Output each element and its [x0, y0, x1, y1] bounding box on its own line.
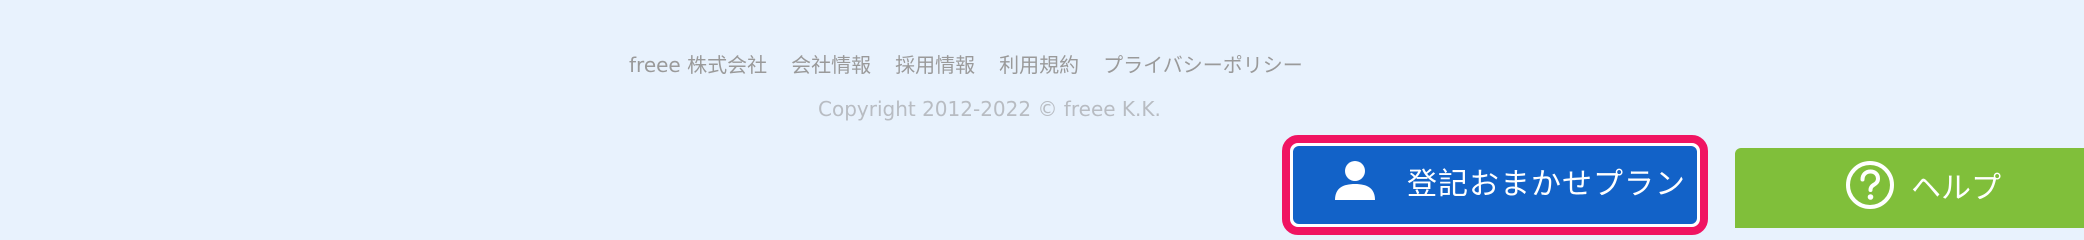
registration-plan-label: 登記おまかせプラン — [1407, 167, 1686, 202]
person-icon — [1335, 161, 1375, 200]
footer-link-company-info[interactable]: 会社情報 — [791, 49, 871, 78]
copyright-text: Copyright 2012-2022 © freee K.K. — [818, 97, 1161, 121]
footer-links: freee 株式会社 会社情報 採用情報 利用規約 プライバシーポリシー — [629, 48, 1303, 78]
help-label: ヘルプ — [1911, 171, 2001, 206]
plan-button-highlight: 登記おまかせプラン — [1282, 135, 1708, 235]
footer-link-terms[interactable]: 利用規約 — [999, 49, 1079, 78]
footer-link-privacy-policy[interactable]: プライバシーポリシー — [1103, 49, 1303, 78]
footer-link-company-name[interactable]: freee 株式会社 — [629, 49, 767, 78]
footer-link-recruit[interactable]: 採用情報 — [895, 49, 975, 78]
help-button[interactable]: ヘルプ — [1735, 148, 2084, 228]
registration-plan-button[interactable]: 登記おまかせプラン — [1293, 146, 1697, 224]
question-circle-icon — [1846, 161, 1894, 209]
